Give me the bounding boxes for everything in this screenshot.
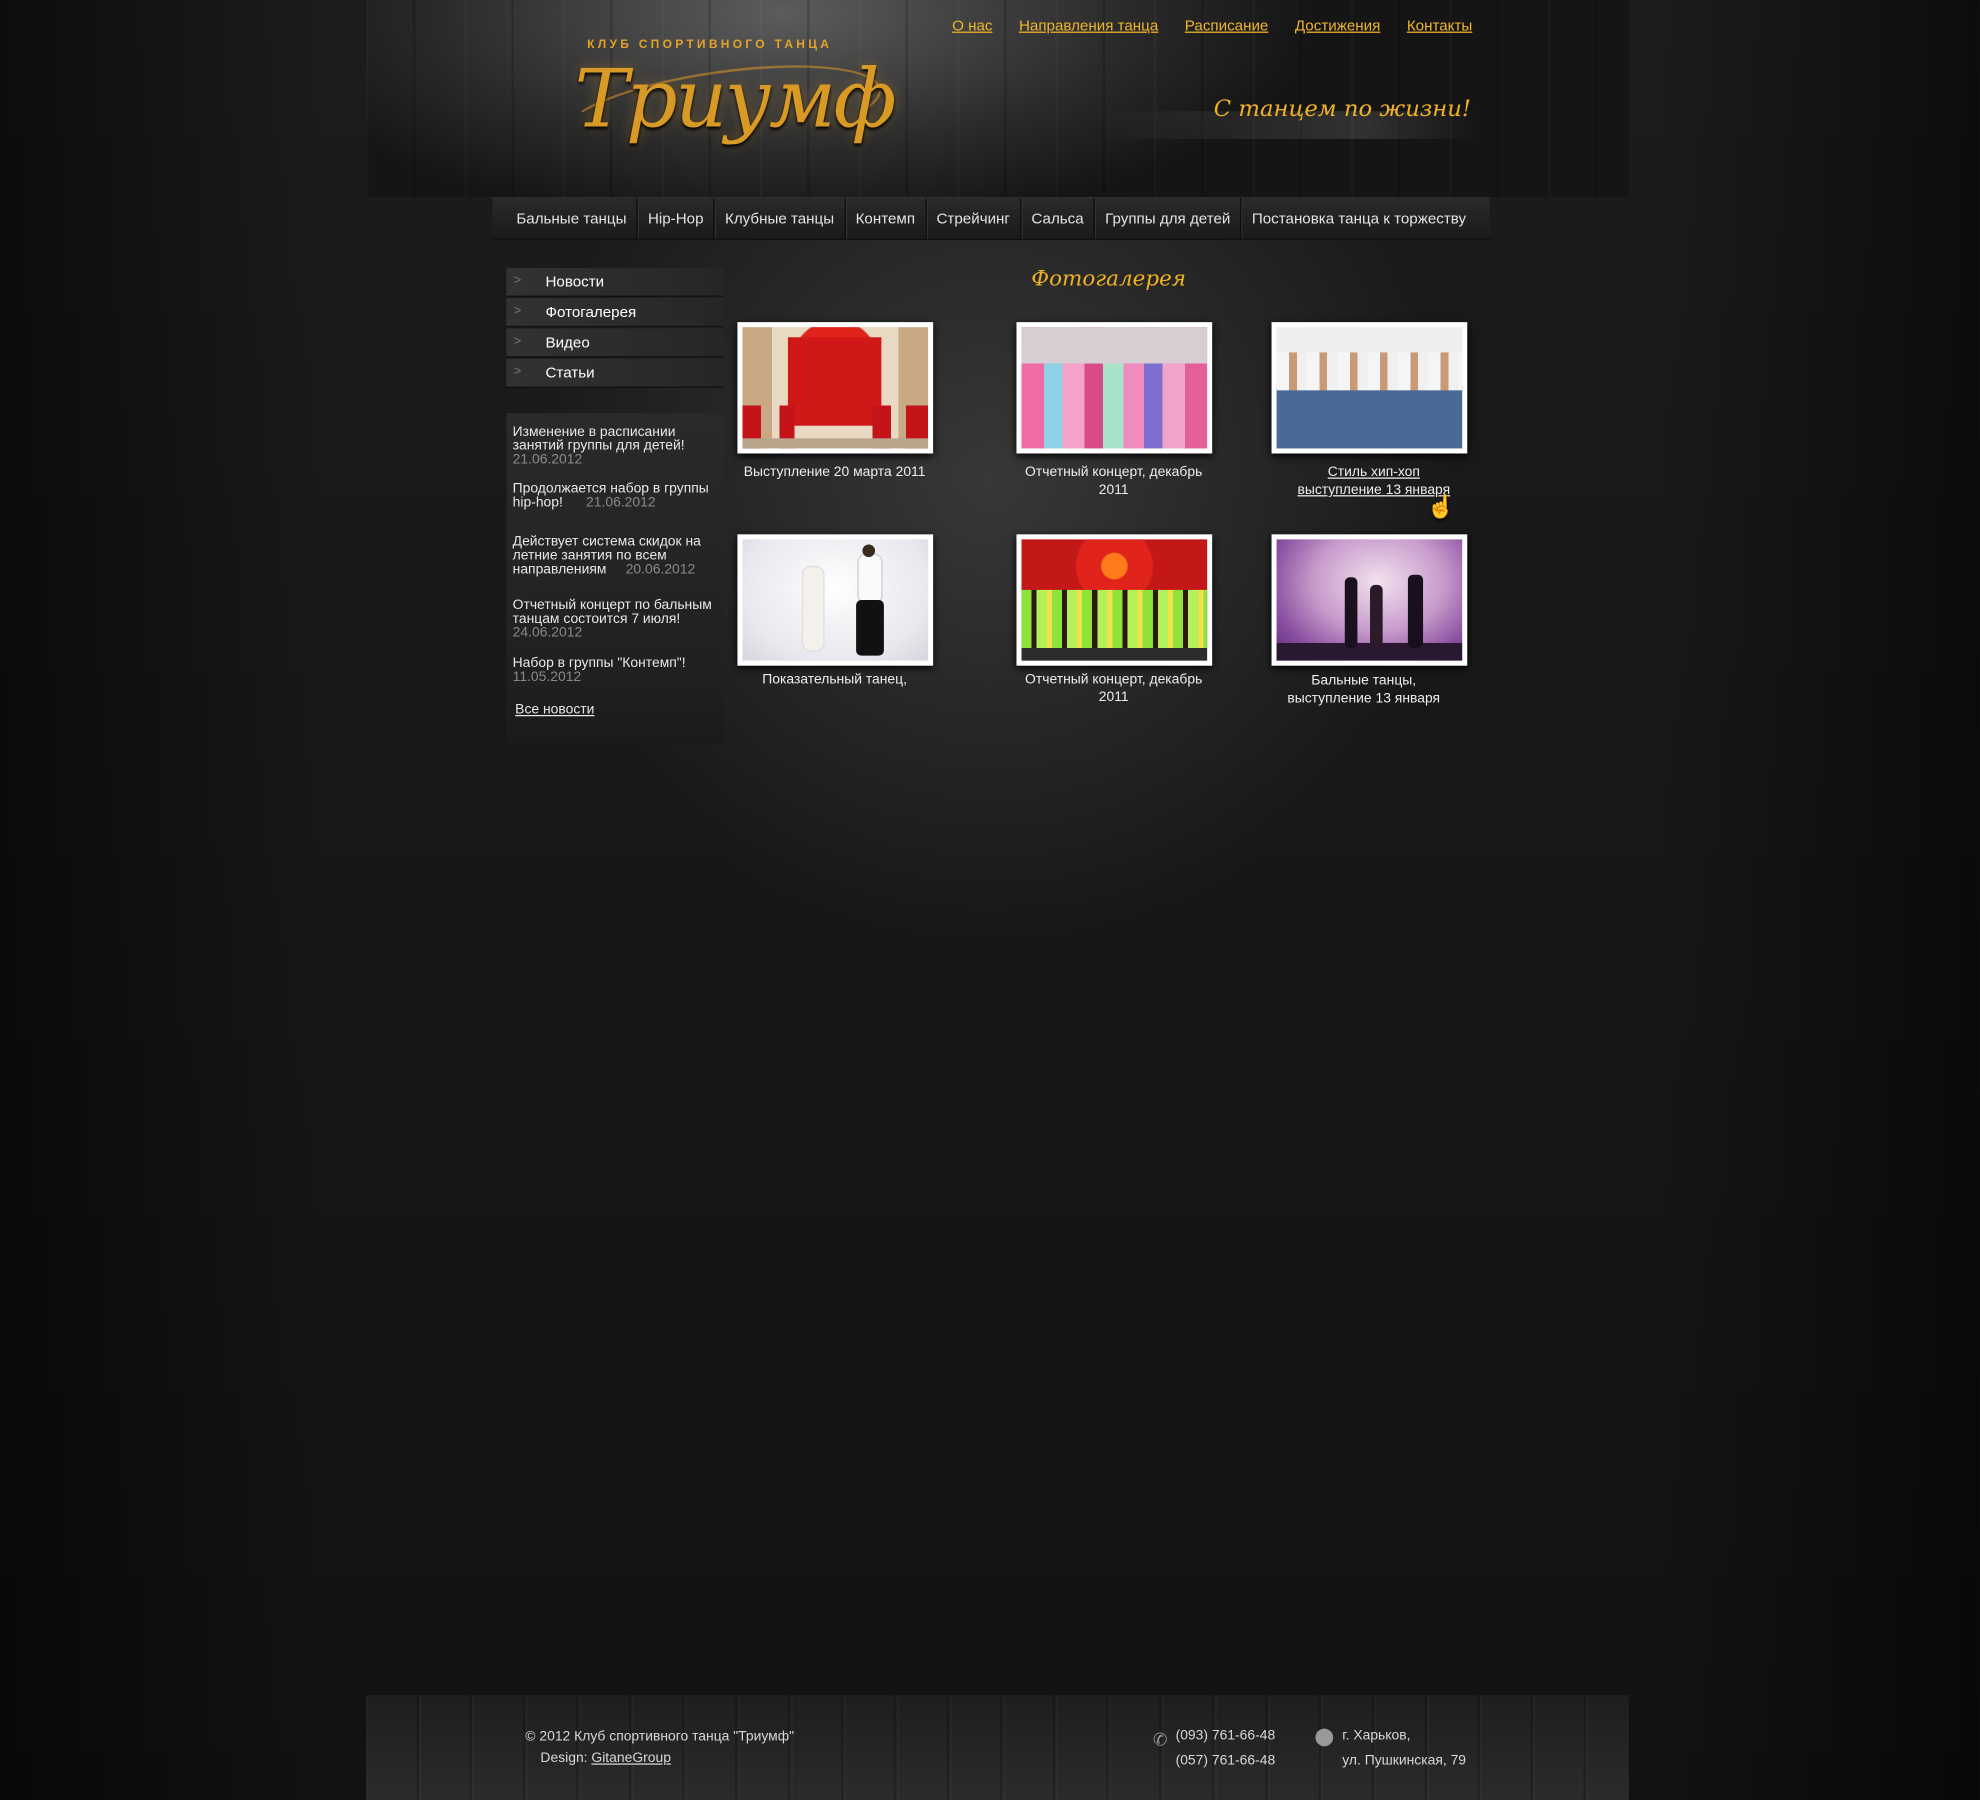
logo-name: Триумф [574, 53, 897, 147]
caption-line: Бальные танцы, [1311, 673, 1417, 689]
chevron-right-icon: > [513, 274, 522, 289]
side-menu-label: Новости [545, 272, 605, 291]
gallery-photo[interactable] [1016, 322, 1213, 454]
news-date: 20.06.2012 [625, 562, 696, 578]
news-item[interactable]: Отчетный концерт по бальным танцам состо… [512, 597, 720, 641]
side-menu-gallery[interactable]: > Фотогалерея [506, 298, 724, 328]
caption-line: Выступление 20 марта 2011 [743, 464, 926, 481]
chevron-right-icon: > [513, 304, 522, 319]
gallery-caption: Показательный танец, [721, 671, 948, 689]
main-nav-salsa[interactable]: Сальса [1020, 198, 1094, 239]
side-menu: > Новости > Фотогалерея > Видео > Статьи [506, 267, 724, 389]
news-date: 21.06.2012 [512, 452, 583, 468]
caption-line: Отчетный концерт, декабрь [1025, 672, 1203, 688]
gallery-title: Фотогалерея [1031, 266, 1186, 292]
gallery-photo[interactable] [737, 322, 934, 454]
news-item[interactable]: Изменение в расписании занятий группы дл… [512, 424, 720, 468]
photo-dance-couple [742, 539, 929, 661]
footer-design-label: Design: [540, 1750, 588, 1766]
caption-line: Стиль хип-хоп [1327, 464, 1420, 481]
chevron-right-icon: > [513, 334, 522, 349]
news-item[interactable]: Набор в группы "Контемп"! 11.05.2012 [512, 655, 720, 685]
caption-line: выступление 13 января [1287, 690, 1441, 707]
logo-club-text: Клуб спортивного танца [587, 37, 833, 52]
footer-copyright: © 2012 Клуб спортивного танца "Триумф" [525, 1729, 795, 1745]
footer-street: ул. Пушкинская, 79 [1342, 1753, 1467, 1769]
phone-icon: ✆ [1152, 1729, 1168, 1750]
gallery-caption: Выступление 20 марта 2011 [721, 464, 948, 482]
top-nav-directions[interactable]: Направления танца [1019, 16, 1158, 34]
side-menu-video[interactable]: > Видео [506, 328, 724, 358]
gallery-photo[interactable] [1271, 322, 1468, 454]
main-nav-contemp[interactable]: Контемп [844, 198, 925, 239]
photo-ballroom-stage [1276, 539, 1463, 661]
news-date: 21.06.2012 [586, 495, 656, 511]
gallery-caption: Бальные танцы, выступление 13 января [1250, 672, 1477, 707]
footer-phone-1: (093) 761-66-48 [1175, 1728, 1276, 1744]
footer-design-link[interactable]: GitaneGroup [591, 1751, 671, 1766]
gallery-caption: Отчетный концерт, декабрь 2011 [1000, 671, 1227, 706]
side-menu-articles[interactable]: > Статьи [506, 358, 724, 388]
photo-concert-group [1021, 327, 1208, 449]
slogan: С танцем по жизни! [1213, 96, 1472, 123]
footer-design: Design: GitaneGroup [540, 1751, 670, 1766]
gallery-photo[interactable] [737, 534, 934, 666]
all-news-link[interactable]: Все новости [515, 702, 594, 717]
side-menu-label: Видео [545, 333, 590, 352]
news-text: Набор в группы "Контемп"! [512, 655, 686, 671]
top-nav-schedule[interactable]: Расписание [1185, 16, 1269, 34]
main-nav-ballroom[interactable]: Бальные танцы [506, 198, 636, 238]
top-nav-contacts[interactable]: Контакты [1407, 16, 1472, 34]
gallery-caption: Отчетный концерт, декабрь 2011 [1000, 464, 1227, 499]
main-nav-kids[interactable]: Группы для детей [1093, 198, 1241, 239]
caption-line: Отчетный концерт, декабрь [1025, 464, 1203, 481]
side-menu-news[interactable]: > Новости [506, 267, 724, 297]
news-date: 11.05.2012 [512, 669, 582, 685]
main-nav-stretching[interactable]: Стрейчинг [925, 198, 1020, 239]
left-vignette [0, 0, 329, 1800]
logo[interactable]: Клуб спортивного танца Триумф [557, 33, 897, 174]
side-menu-label: Фотогалерея [545, 303, 637, 321]
right-vignette [1651, 0, 1980, 1800]
news-text: Изменение в расписании занятий группы дл… [512, 424, 685, 454]
footer-phone-2: (057) 761-66-48 [1175, 1753, 1276, 1769]
gallery-photo[interactable] [1271, 534, 1468, 666]
photo-concert-green [1021, 539, 1208, 661]
side-menu-label: Статьи [545, 363, 595, 382]
page: Клуб спортивного танца Триумф О нас Напр… [0, 0, 1980, 1800]
hand-cursor-icon: ☝ [1426, 493, 1456, 520]
main-nav-hiphop[interactable]: Hip-Hop [636, 198, 714, 239]
main-nav-wedding-dance[interactable]: Постановка танца к торжеству [1240, 198, 1476, 239]
news-item[interactable]: Продолжается набор в группы hip-hop! 21.… [513, 482, 720, 511]
footer-city: г. Харьков, [1342, 1728, 1411, 1744]
top-nav-about[interactable]: О нас [952, 16, 992, 34]
top-nav-achievements[interactable]: Достижения [1295, 16, 1380, 34]
top-nav: О нас Направления танца Расписание Дости… [926, 16, 1472, 34]
news-date: 24.06.2012 [512, 625, 583, 641]
news-item[interactable]: Действует система скидок на летние занят… [513, 535, 720, 578]
chevron-right-icon: > [513, 365, 522, 379]
photo-stage-red [742, 327, 929, 449]
footer [366, 1695, 1629, 1800]
news-text: Отчетный концерт по бальным танцам состо… [512, 597, 712, 627]
caption-line: Показательный танец, [762, 672, 907, 688]
main-nav-club[interactable]: Клубные танцы [713, 198, 845, 239]
location-pin-icon: ⬤ [1314, 1725, 1335, 1746]
gallery-photo[interactable] [1016, 534, 1213, 666]
photo-hiphop-group [1276, 327, 1463, 449]
caption-line: 2011 [1098, 689, 1129, 705]
news-box: Изменение в расписании занятий группы дл… [506, 413, 724, 745]
caption-line: 2011 [1098, 482, 1129, 498]
main-nav: Бальные танцы Hip-Hop Клубные танцы Конт… [492, 197, 1490, 241]
